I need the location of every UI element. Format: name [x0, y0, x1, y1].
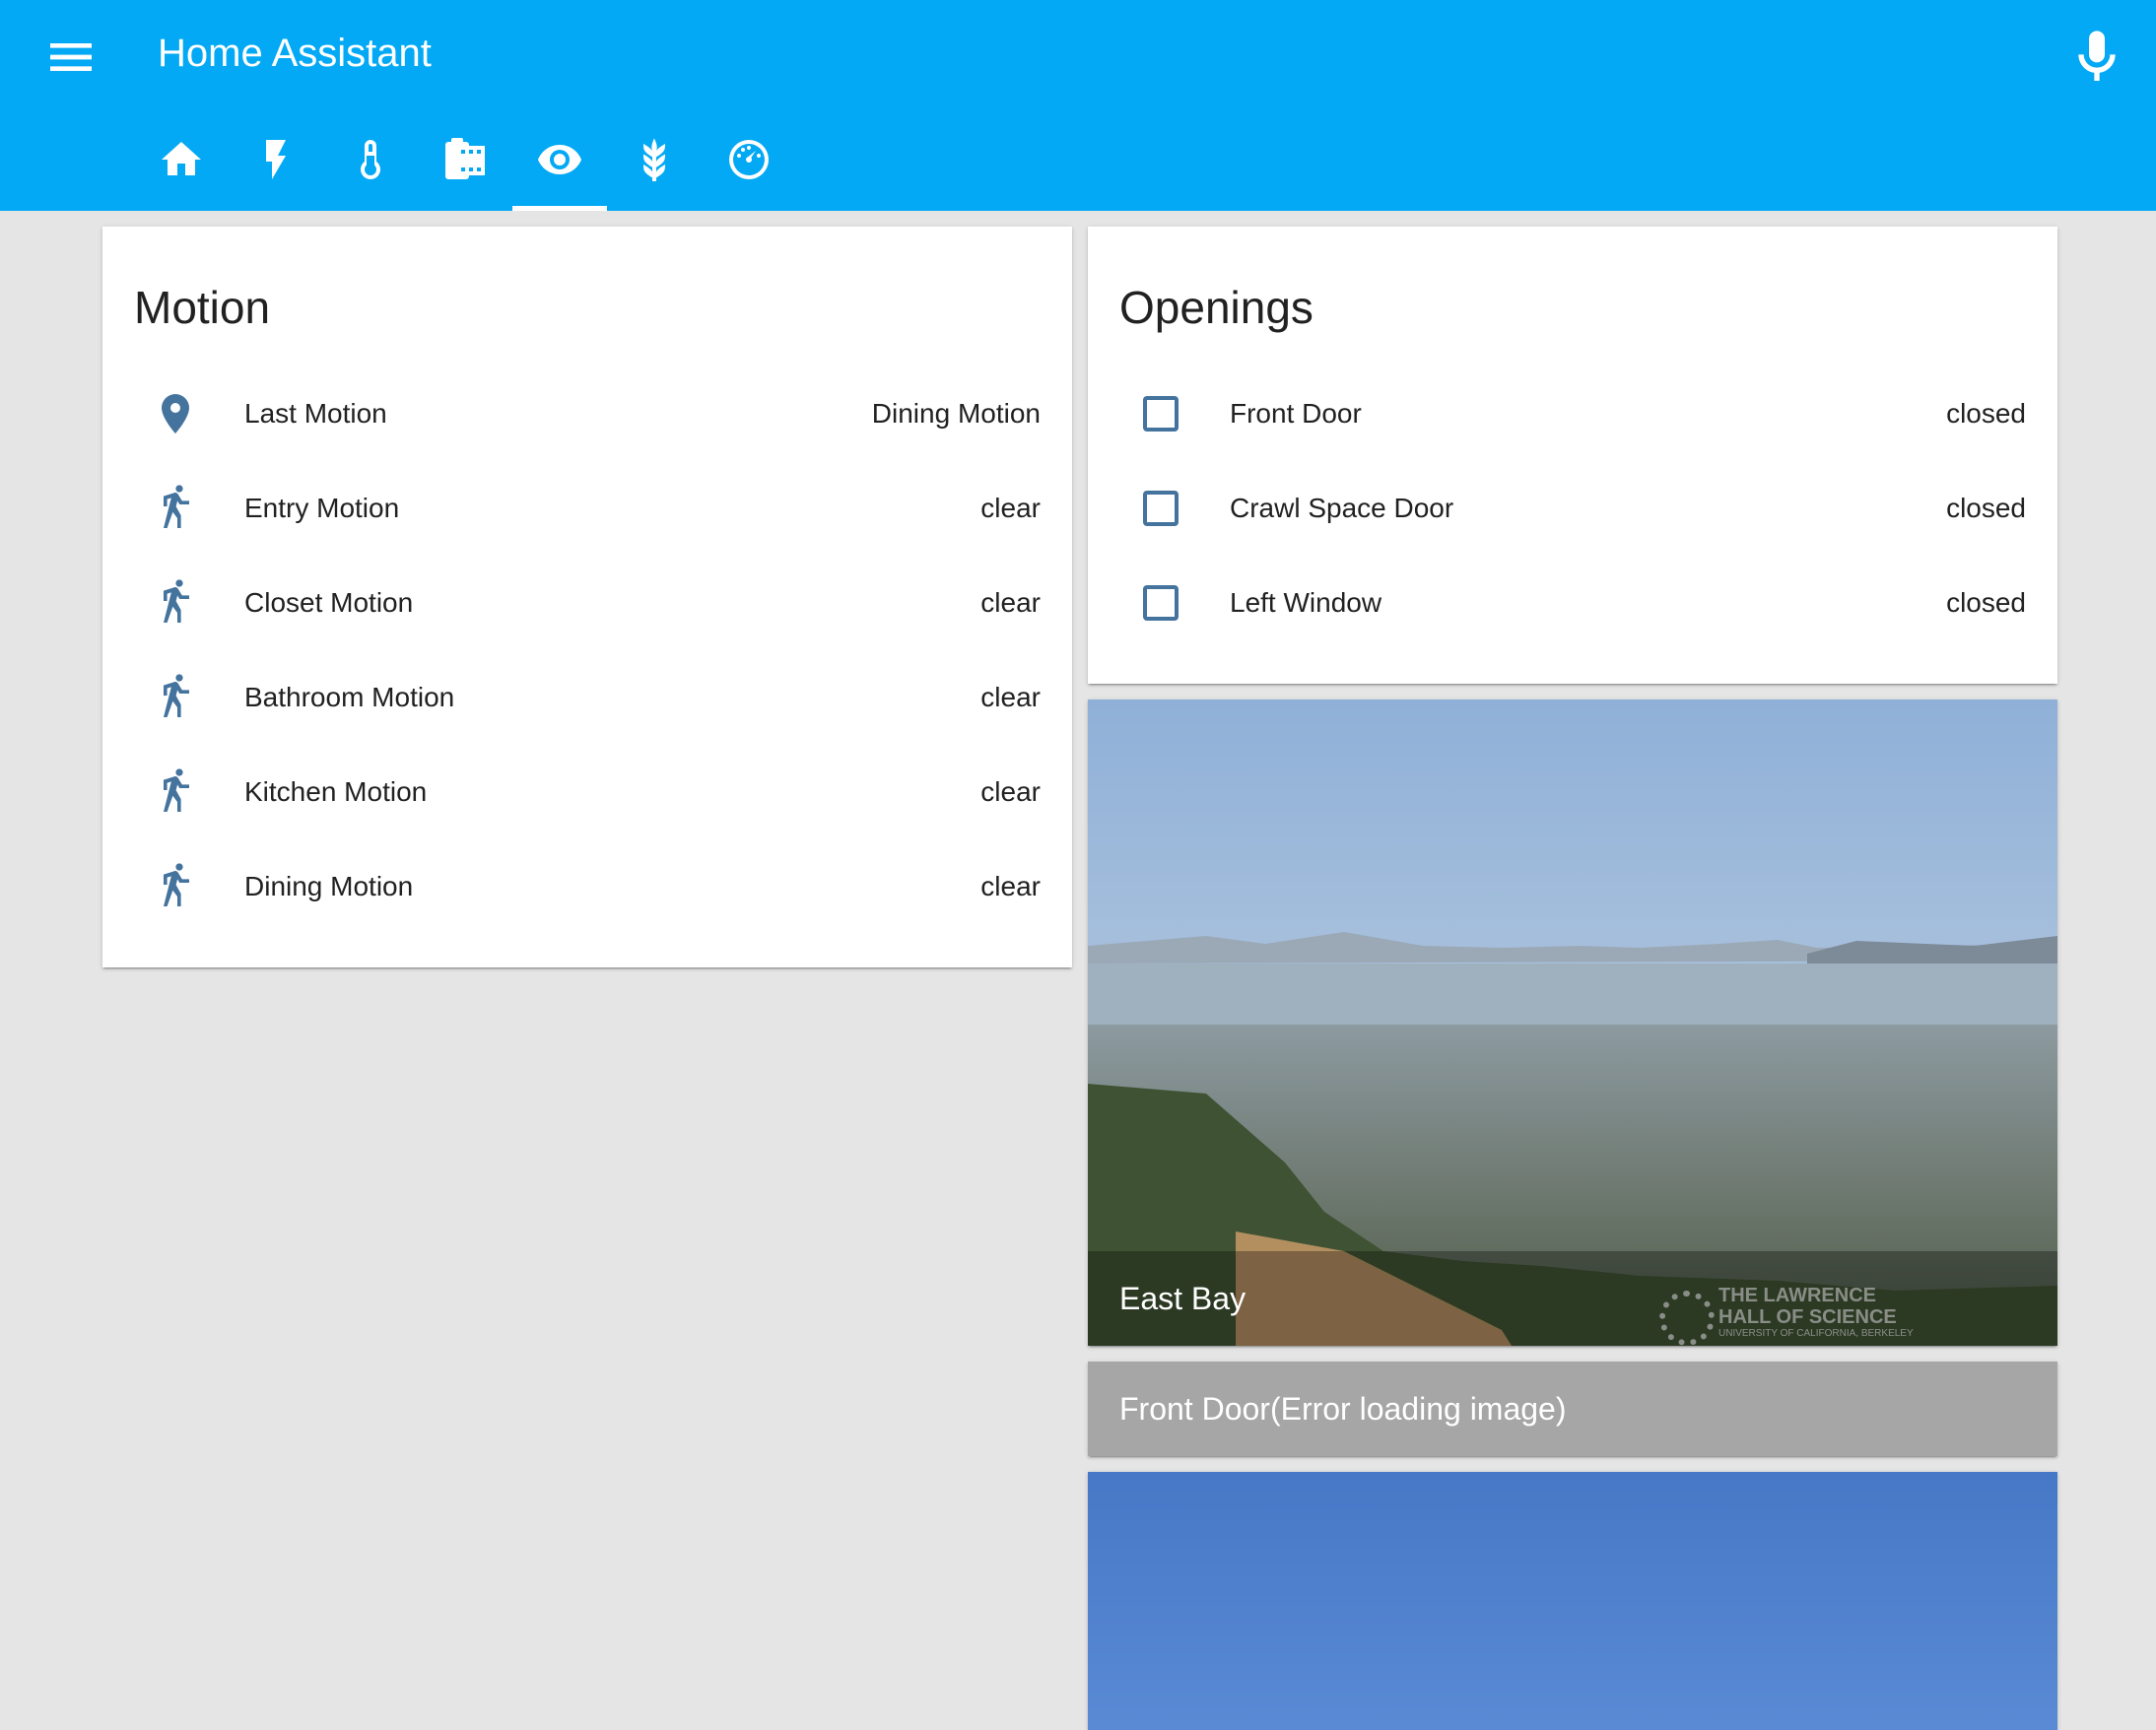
entity-row-closet-motion[interactable]: Closet Motion clear: [102, 556, 1072, 650]
entity-row-crawl-space-door[interactable]: Crawl Space Door closed: [1088, 461, 2057, 556]
film-icon: [445, 138, 485, 179]
entity-name: Crawl Space Door: [1230, 493, 1454, 523]
entity-name: Left Window: [1230, 587, 1382, 618]
camera-caption: East Bay: [1119, 1281, 1246, 1316]
motion-card: Motion Last Motion Dining Motion Entry M…: [102, 227, 1072, 967]
openings-card: Openings Front Door closed Crawl Space D…: [1088, 227, 2057, 684]
entity-state: clear: [980, 776, 1041, 807]
entity-state: clear: [980, 682, 1041, 712]
camera-image: [1088, 699, 2057, 1346]
entity-row-last-motion[interactable]: Last Motion Dining Motion: [102, 366, 1072, 461]
eye-icon: [538, 145, 581, 174]
thermometer-icon: [361, 140, 380, 179]
app-toolbar: Home Assistant: [0, 0, 2156, 211]
tab-home[interactable]: [134, 116, 229, 211]
flash-icon: [266, 140, 286, 179]
walk-icon: [152, 863, 199, 910]
tab-energy[interactable]: [229, 116, 323, 211]
tab-system[interactable]: [702, 116, 796, 211]
entity-state: clear: [980, 871, 1041, 901]
entity-row-dining-motion[interactable]: Dining Motion clear: [102, 839, 1072, 934]
entity-row-bathroom-motion[interactable]: Bathroom Motion clear: [102, 650, 1072, 745]
camera-image: [1088, 1472, 2057, 1730]
card-title-motion: Motion: [134, 282, 271, 333]
entity-row-left-window[interactable]: Left Window closed: [1088, 556, 2057, 650]
entity-state: clear: [980, 493, 1041, 523]
camera-caption: Front Door(Error loading image): [1119, 1391, 1567, 1427]
entity-row-front-door[interactable]: Front Door closed: [1088, 366, 2057, 461]
entity-name: Kitchen Motion: [244, 776, 428, 807]
walk-icon: [152, 674, 199, 721]
home-icon: [162, 142, 201, 175]
checkbox-blank-outline-icon: [1137, 390, 1184, 437]
tab-climate[interactable]: [323, 116, 418, 211]
entity-name: Last Motion: [244, 398, 387, 429]
camera-card-front-door[interactable]: Front Door(Error loading image): [1088, 1362, 2057, 1456]
entity-name: Dining Motion: [244, 871, 414, 901]
entity-state: closed: [1946, 587, 2026, 618]
card-title-openings: Openings: [1119, 282, 1314, 333]
checkbox-blank-outline-icon: [1137, 485, 1184, 532]
entity-name: Front Door: [1230, 398, 1362, 429]
walk-icon: [152, 768, 199, 816]
camera-caption-bar: Front Door(Error loading image): [1088, 1362, 2057, 1456]
speedometer-icon: [729, 140, 769, 179]
entity-row-entry-motion[interactable]: Entry Motion clear: [102, 461, 1072, 556]
camera-card-third[interactable]: [1088, 1472, 2057, 1730]
tab-media[interactable]: [418, 116, 512, 211]
checkbox-blank-outline-icon: [1137, 579, 1184, 627]
app-title: Home Assistant: [158, 32, 432, 75]
entity-state: closed: [1946, 493, 2026, 523]
barley-icon: [643, 138, 665, 181]
entity-state: closed: [1946, 398, 2026, 429]
walk-icon: [152, 485, 199, 532]
entity-state: clear: [980, 587, 1041, 618]
map-marker-icon: [152, 390, 199, 437]
tab-garden[interactable]: [607, 116, 702, 211]
entity-name: Bathroom Motion: [244, 682, 455, 712]
entity-state: Dining Motion: [871, 398, 1041, 429]
microphone-icon[interactable]: [2065, 26, 2128, 89]
walk-icon: [152, 579, 199, 627]
entity-name: Closet Motion: [244, 587, 414, 618]
camera-card-east-bay[interactable]: THE LAWRENCE HALL OF SCIENCE UNIVERSITY …: [1088, 699, 2057, 1346]
camera-caption-bar: East Bay: [1088, 1251, 2057, 1346]
menu-icon[interactable]: [43, 30, 99, 85]
tab-security[interactable]: [512, 116, 607, 211]
entity-name: Entry Motion: [244, 493, 400, 523]
entity-row-kitchen-motion[interactable]: Kitchen Motion clear: [102, 745, 1072, 839]
